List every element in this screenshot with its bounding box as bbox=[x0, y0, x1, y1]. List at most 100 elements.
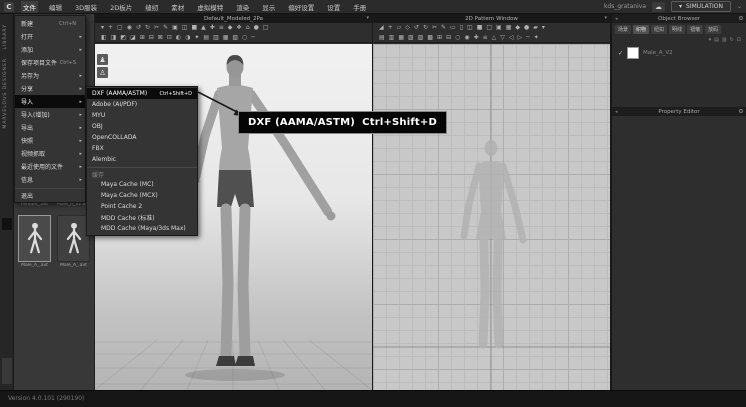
menu-bar-item[interactable]: 手册 bbox=[351, 1, 368, 13]
toolbar-icon[interactable]: ✂ bbox=[154, 23, 159, 33]
toolbar-icon[interactable]: + bbox=[388, 23, 393, 33]
toolbar-icon[interactable]: ▣ bbox=[496, 23, 502, 33]
toolbar-icon[interactable]: ⊞ bbox=[140, 33, 145, 43]
menu-bar-item[interactable]: 虚拟模特 bbox=[195, 1, 225, 13]
object-browser-tool-icon[interactable]: ▥ bbox=[722, 37, 727, 43]
show-avatar-toggle-icon[interactable]: ♙ bbox=[97, 67, 108, 78]
toolbar-icon[interactable]: ✎ bbox=[441, 23, 446, 33]
menu-bar-item[interactable]: 文件 bbox=[21, 1, 38, 13]
file-menu-item[interactable]: 导入(增加) bbox=[15, 108, 85, 121]
import-submenu-item[interactable]: MDD Cache (Maya/3ds Max) bbox=[87, 223, 197, 234]
file-menu-item[interactable]: 快照 bbox=[15, 134, 85, 147]
object-browser-tool-icon[interactable]: ↻ bbox=[730, 37, 734, 43]
toolbar-icon[interactable]: ◇ bbox=[405, 23, 410, 33]
object-browser-tab[interactable]: 场景 bbox=[615, 25, 631, 34]
object-browser-tab[interactable]: 明线 bbox=[669, 25, 685, 34]
toolbar-icon[interactable]: ▩ bbox=[427, 33, 433, 43]
collapse-panel-icon[interactable]: ⌄ bbox=[737, 3, 742, 10]
cloud-icon[interactable]: ☁ bbox=[652, 2, 665, 12]
toolbar-icon[interactable]: ▧ bbox=[408, 33, 414, 43]
menu-bar-item[interactable]: 偏好设置 bbox=[286, 1, 316, 13]
toolbar-icon[interactable]: ↻ bbox=[145, 23, 150, 33]
toolbar-icon[interactable]: ≡ bbox=[219, 23, 224, 33]
toolbar-icon[interactable]: ■ bbox=[477, 23, 483, 33]
viewport-2d[interactable]: 2D Pattern Window ▾ ◢+▱◇↺↻✂✎▭▯◫■□▣▦◆●▰▾ … bbox=[372, 14, 610, 390]
file-menu-item[interactable]: 最近使用的文件 bbox=[15, 160, 85, 173]
toolbar-icon[interactable]: ✦ bbox=[194, 33, 199, 43]
toolbar-icon[interactable]: ◐ bbox=[176, 33, 181, 43]
import-submenu-item[interactable]: Adobe (AI/PDF) bbox=[87, 99, 197, 110]
menu-bar-item[interactable]: 2D板片 bbox=[108, 1, 134, 13]
toolbar-icon[interactable]: ◉ bbox=[127, 23, 132, 33]
checkmark-icon[interactable]: ✓ bbox=[618, 50, 623, 57]
toolbar-icon[interactable]: ≡ bbox=[483, 33, 488, 43]
toolbar-icon[interactable]: ◫ bbox=[467, 23, 473, 33]
file-menu-item[interactable]: 信息 bbox=[15, 173, 85, 186]
toolbar-icon[interactable]: ✚ bbox=[474, 33, 479, 43]
file-menu-item[interactable]: 另存为 bbox=[15, 69, 85, 82]
toolbar-icon[interactable]: ▥ bbox=[389, 33, 395, 43]
menu-bar-item[interactable]: 设置 bbox=[325, 1, 342, 13]
toolbar-icon[interactable]: ◁ bbox=[509, 33, 514, 43]
toolbar-icon[interactable]: ▷ bbox=[518, 33, 523, 43]
toolbar-icon[interactable]: ▦ bbox=[223, 33, 229, 43]
toolbar-icon[interactable]: ✂ bbox=[432, 23, 437, 33]
toolbar-icon[interactable]: ◫ bbox=[182, 23, 188, 33]
chevron-down-icon[interactable]: ▾ bbox=[366, 15, 369, 21]
pin-icon[interactable] bbox=[739, 16, 743, 20]
menu-bar-item[interactable]: 缝纫 bbox=[143, 1, 160, 13]
toolbar-icon[interactable]: ↺ bbox=[136, 23, 141, 33]
import-submenu-item[interactable]: Maya Cache (MCX) bbox=[87, 190, 197, 201]
toolbar-icon[interactable]: ▥ bbox=[213, 33, 219, 43]
import-submenu-item[interactable]: Maya Cache (MC) bbox=[87, 179, 197, 190]
file-menu-item[interactable]: 新建 Ctrl+N bbox=[15, 17, 85, 30]
toolbar-icon[interactable]: ▢ bbox=[117, 23, 123, 33]
toolbar-icon[interactable]: ⌂ bbox=[246, 23, 250, 33]
toolbar-icon[interactable]: ■ bbox=[191, 23, 197, 33]
toolbar-icon[interactable]: ▣ bbox=[172, 23, 178, 33]
panel-arrow-icon[interactable]: ◂ bbox=[615, 16, 618, 22]
toolbar-icon[interactable]: ⊟ bbox=[149, 33, 154, 43]
toolbar-icon[interactable]: ◧ bbox=[101, 33, 107, 43]
toolbar-icon[interactable]: ↺ bbox=[414, 23, 419, 33]
object-browser-tool-icon[interactable]: ▤ bbox=[714, 37, 719, 43]
file-menu-item[interactable]: 分享 bbox=[15, 82, 85, 95]
menu-bar-item[interactable]: 3D服装 bbox=[73, 1, 99, 13]
import-submenu-item[interactable]: MYU bbox=[87, 110, 197, 121]
toolbar-icon[interactable]: ↻ bbox=[423, 23, 428, 33]
file-menu-item[interactable]: 视频抓取 bbox=[15, 147, 85, 160]
toolbar-icon[interactable]: ● bbox=[254, 23, 259, 33]
object-browser-list-item[interactable]: ✓ Male_A_V2 bbox=[612, 44, 746, 62]
toolbar-icon[interactable]: ○ bbox=[455, 33, 460, 43]
toolbar-icon[interactable]: + bbox=[108, 23, 113, 33]
toolbar-icon[interactable]: ○ bbox=[242, 33, 247, 43]
toolbar-icon[interactable]: △ bbox=[492, 33, 497, 43]
pin-icon[interactable] bbox=[739, 109, 743, 113]
toolbar-icon[interactable]: ▨ bbox=[418, 33, 424, 43]
object-browser-tab[interactable]: 褶皱 bbox=[687, 25, 703, 34]
file-menu-item[interactable]: 导入 bbox=[15, 95, 85, 108]
toolbar-icon[interactable]: ─ bbox=[526, 33, 530, 43]
toolbar-icon[interactable]: ⊡ bbox=[167, 33, 172, 43]
avatar-thumbnail[interactable]: Male_A_.avt bbox=[17, 215, 52, 268]
toolbar-icon[interactable]: ✚ bbox=[210, 23, 215, 33]
file-menu-item[interactable]: 添加 bbox=[15, 43, 85, 56]
toolbar-icon[interactable]: ◨ bbox=[111, 33, 117, 43]
menu-bar-item[interactable]: 渲染 bbox=[234, 1, 251, 13]
object-browser-tab[interactable]: 纽扣 bbox=[651, 25, 667, 34]
toolbar-icon[interactable]: ✎ bbox=[163, 23, 168, 33]
chevron-down-icon[interactable]: ▾ bbox=[604, 15, 607, 21]
menu-bar-item[interactable]: 显示 bbox=[260, 1, 277, 13]
menu-bar-item[interactable]: 编辑 bbox=[47, 1, 64, 13]
toolbar-icon[interactable]: ▤ bbox=[203, 33, 209, 43]
toolbar-icon[interactable]: ─ bbox=[251, 33, 255, 43]
toolbar-icon[interactable]: ▦ bbox=[506, 23, 512, 33]
toolbar-icon[interactable]: ▾ bbox=[101, 23, 104, 33]
toolbar-icon[interactable]: □ bbox=[263, 23, 269, 33]
toolbar-icon[interactable]: ▤ bbox=[379, 33, 385, 43]
toolbar-icon[interactable]: ⊠ bbox=[158, 33, 163, 43]
toolbar-icon[interactable]: ▭ bbox=[450, 23, 456, 33]
toolbar-icon[interactable]: □ bbox=[486, 23, 492, 33]
toolbar-icon[interactable]: ◑ bbox=[185, 33, 190, 43]
toolbar-icon[interactable]: ◆ bbox=[228, 23, 233, 33]
